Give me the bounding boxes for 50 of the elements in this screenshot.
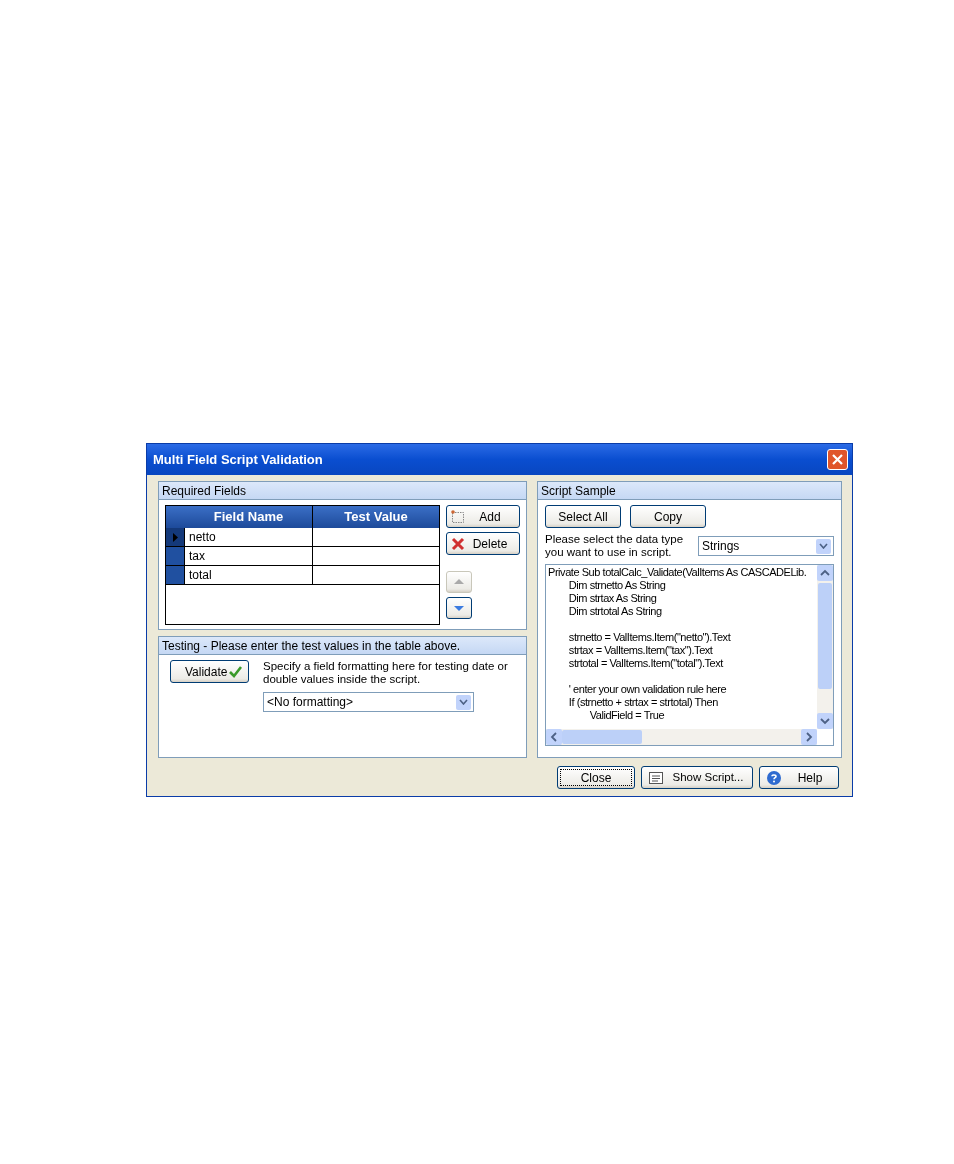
code-line: Dim strnetto As String: [567, 579, 666, 592]
code-line: strtax = ValItems.Item("tax").Text: [567, 644, 713, 657]
scroll-right-icon: [801, 729, 817, 745]
action-button[interactable]: Help: [759, 766, 839, 789]
table-cell[interactable]: total: [185, 566, 313, 584]
column-header: Field Name: [185, 506, 313, 528]
vertical-scrollbar[interactable]: [817, 565, 833, 729]
scroll-down-icon: [817, 713, 833, 729]
panel-header: Required Fields: [159, 482, 526, 500]
scroll-left-icon: [546, 729, 562, 745]
delete-icon: [451, 536, 465, 551]
code-line: Private Sub totalCalc_Validate(ValItems As CASCADELib.: [548, 566, 807, 579]
code-line: Dim strtax As String: [567, 592, 657, 605]
row-indicator[interactable]: [166, 566, 185, 584]
action-button[interactable]: Copy: [630, 505, 706, 528]
panel-header: Script Sample: [538, 482, 841, 500]
window-title: Multi Field Script Validation: [153, 450, 323, 469]
code-line: If (strnetto + strtax = strtotal) Then: [567, 696, 718, 709]
validate-button[interactable]: Validate: [170, 660, 249, 683]
table-cell[interactable]: tax: [185, 547, 313, 565]
action-button[interactable]: Delete: [446, 532, 520, 555]
frame-icon: [451, 509, 465, 524]
scroll-up-icon: [817, 565, 833, 581]
action-button[interactable]: Select All: [545, 505, 621, 528]
code-line: ValidField = True: [588, 709, 665, 722]
data-type-label: Please select the data type you want to use in script.: [545, 533, 685, 559]
check-icon: [229, 665, 242, 678]
row-indicator[interactable]: [166, 528, 185, 546]
code-line: strtotal = ValItems.Item("total").Text: [567, 657, 723, 670]
action-button[interactable]: Close: [557, 766, 635, 789]
code-line: Dim strtotal As String: [567, 605, 662, 618]
data-type-dropdown[interactable]: Strings: [698, 536, 834, 556]
panel-header: Testing - Please enter the test values in the table above.: [159, 637, 526, 655]
formatting-dropdown[interactable]: <No formatting>: [263, 692, 474, 712]
column-header: Test Value: [343, 508, 409, 527]
horizontal-scrollbar[interactable]: [546, 729, 817, 745]
close-button[interactable]: [827, 449, 848, 470]
action-button[interactable]: Add: [446, 505, 520, 528]
close-icon: [832, 454, 843, 465]
hint-text: Specify a field formatting here for testing date or double values inside the script.: [263, 660, 509, 686]
table-cell[interactable]: netto: [185, 528, 313, 546]
action-button[interactable]: Show Script...: [641, 766, 753, 789]
row-indicator[interactable]: [166, 547, 185, 565]
move-button[interactable]: [446, 597, 472, 619]
code-line: ' enter your own validation rule here: [567, 683, 727, 696]
code-line: strnetto = ValItems.Item("netto").Text: [567, 631, 731, 644]
help-icon: [766, 769, 782, 786]
document-icon: [648, 770, 664, 785]
pointer-icon: [172, 532, 178, 542]
code-editor[interactable]: [545, 564, 834, 746]
